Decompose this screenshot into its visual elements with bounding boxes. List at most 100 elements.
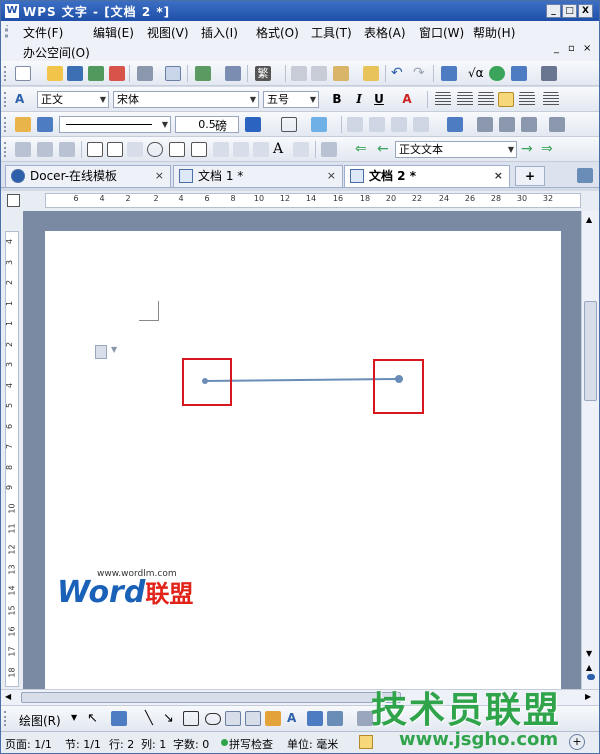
font-select[interactable]: 宋体 ▼ (113, 91, 259, 108)
autofit-icon[interactable] (521, 117, 537, 132)
button-control-icon[interactable] (127, 142, 143, 157)
scroll-control-icon[interactable] (253, 142, 269, 157)
forward-arrow-icon[interactable]: → (521, 142, 537, 157)
erase-table-icon[interactable] (37, 117, 53, 132)
form-properties-icon[interactable] (37, 142, 53, 157)
line-spacing-icon[interactable] (543, 92, 559, 107)
label-control-icon[interactable]: A (273, 142, 289, 157)
image-control-icon[interactable] (213, 142, 229, 157)
cell-align-icon[interactable] (413, 117, 429, 132)
previous-page-icon[interactable]: ▲ (586, 663, 592, 672)
select-pointer-icon[interactable]: ↖ (87, 711, 103, 726)
doc-minimize-button[interactable]: _ (554, 43, 559, 54)
line-tool-icon[interactable]: ╲ (145, 711, 161, 726)
ruler-scale[interactable] (5, 231, 19, 687)
maximize-button[interactable]: □ (562, 4, 577, 18)
scroll-down-icon[interactable]: ▼ (586, 649, 592, 658)
export-pdf-icon[interactable] (109, 66, 125, 81)
autoshapes-icon[interactable] (111, 711, 127, 726)
form-style-select[interactable]: 正文文本 ▼ (395, 141, 517, 158)
underline-button[interactable]: U (371, 92, 387, 107)
rectangle-tool-icon[interactable] (183, 711, 199, 726)
tab-document-2[interactable]: 文档 2 * × (344, 165, 510, 187)
border-color-icon[interactable] (245, 117, 261, 132)
menu-table[interactable]: 表格(A) (364, 24, 406, 41)
scroll-thumb[interactable] (21, 692, 401, 703)
spin-control-icon[interactable] (233, 142, 249, 157)
ellipse-tool-icon[interactable] (205, 713, 221, 725)
tab-document-1[interactable]: 文档 1 * × (173, 165, 343, 187)
page-break-icon[interactable] (225, 66, 241, 81)
back-arrow-icon[interactable]: ← (377, 142, 393, 157)
wordart-icon[interactable]: A (287, 711, 303, 726)
style-select[interactable]: 正文 ▼ (37, 91, 109, 108)
shading-icon[interactable] (311, 117, 327, 132)
next-arrow-icon[interactable]: ⇒ (541, 142, 557, 157)
distribute-icon[interactable] (519, 92, 535, 107)
tab-list-icon[interactable] (577, 168, 593, 183)
line-start-handle[interactable] (202, 378, 208, 384)
paste-icon[interactable] (333, 66, 349, 81)
print-icon[interactable] (137, 66, 153, 81)
form-edit-icon[interactable] (15, 142, 31, 157)
menu-edit[interactable]: 编辑(E) (93, 24, 134, 41)
menu-office-space[interactable]: 办公空间(O) (23, 44, 90, 61)
tab-close-icon[interactable]: × (494, 166, 503, 186)
combobox-icon[interactable] (191, 142, 207, 157)
picture-icon[interactable] (307, 711, 323, 726)
checkbox-icon[interactable] (87, 142, 103, 157)
formula-icon[interactable]: √α (468, 66, 484, 81)
browse-object-icon[interactable] (587, 674, 595, 680)
add-tab-button[interactable]: + (515, 166, 545, 186)
tab-close-icon[interactable]: × (155, 166, 164, 186)
draw-menu-button[interactable]: 绘图(R) (19, 712, 61, 729)
doc-restore-button[interactable]: ▫ (568, 43, 575, 54)
align-right-icon[interactable] (478, 92, 494, 107)
italic-button[interactable]: I (351, 92, 367, 107)
font-color-button[interactable]: A (399, 92, 415, 107)
status-word-count[interactable]: 字数: 0 (173, 736, 209, 752)
design-mode-icon[interactable] (321, 142, 337, 157)
document-page[interactable]: ▼ (45, 231, 561, 689)
bold-button[interactable]: B (329, 92, 345, 107)
status-spell-check[interactable]: 拼写检查 (229, 736, 273, 752)
textbox-tool-icon[interactable] (225, 711, 241, 726)
align-left-icon[interactable] (435, 92, 451, 107)
print-preview-icon[interactable] (165, 66, 181, 81)
tab-stop-selector-icon[interactable] (7, 194, 20, 207)
grid-icon[interactable] (511, 66, 527, 81)
close-button[interactable]: X (578, 4, 593, 18)
text-direction-icon[interactable] (549, 117, 565, 132)
vertical-textbox-icon[interactable] (245, 711, 261, 726)
scroll-left-icon[interactable]: ◀ (5, 692, 11, 701)
cut-icon[interactable] (311, 66, 327, 81)
columns-icon[interactable] (541, 66, 557, 81)
menu-window[interactable]: 窗口(W) (419, 24, 464, 41)
draw-table-icon[interactable] (15, 117, 31, 132)
vertical-scrollbar[interactable]: ▲ ▼ ▲ (581, 211, 599, 689)
textbox-icon[interactable] (107, 142, 123, 157)
clipart-icon[interactable] (265, 711, 281, 726)
format-painter-icon[interactable] (363, 66, 379, 81)
merge-cells-icon[interactable] (369, 117, 385, 132)
menu-file[interactable]: 文件(F) (23, 24, 63, 41)
form-shading-icon[interactable] (59, 142, 75, 157)
minimize-button[interactable]: _ (546, 4, 561, 18)
line-weight-select[interactable]: 0.5 (175, 116, 239, 133)
font-size-select[interactable]: 五号 ▼ (263, 91, 319, 108)
scroll-thumb[interactable] (584, 301, 597, 401)
table-icon[interactable] (441, 66, 457, 81)
new-document-icon[interactable] (15, 66, 31, 81)
align-center-icon[interactable] (457, 92, 473, 107)
menu-help[interactable]: 帮助(H) (473, 24, 515, 41)
web-globe-icon[interactable] (489, 66, 505, 81)
previous-arrow-icon[interactable]: ⇐ (355, 142, 371, 157)
redo-icon[interactable]: ↷ (413, 66, 429, 81)
undo-icon[interactable]: ↶ (391, 66, 407, 81)
scroll-up-icon[interactable]: ▲ (586, 215, 592, 224)
line-end-handle[interactable] (395, 375, 403, 383)
drawn-line[interactable] (204, 378, 400, 382)
arrow-tool-icon[interactable]: ↘ (163, 711, 179, 726)
insert-rows-icon[interactable] (347, 117, 363, 132)
menu-insert[interactable]: 插入(I) (201, 24, 238, 41)
